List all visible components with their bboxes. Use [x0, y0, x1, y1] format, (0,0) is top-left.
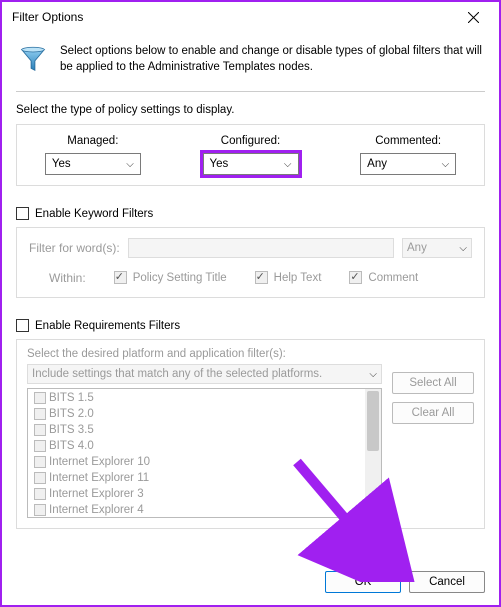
list-item: BITS 3.5	[30, 422, 379, 438]
scrollbar	[365, 389, 381, 517]
within-title-checkbox	[114, 271, 127, 284]
select-all-button: Select All	[392, 372, 474, 394]
list-item: BITS 1.5	[30, 390, 379, 406]
funnel-icon	[18, 44, 48, 74]
chevron-down-icon: ⌵	[126, 159, 134, 170]
window-title: Filter Options	[12, 10, 83, 24]
requirements-desc: Select the desired platform and applicat…	[27, 348, 382, 360]
item-checkbox	[34, 504, 46, 516]
enable-requirements-label: Enable Requirements Filters	[35, 320, 180, 332]
configured-label: Configured:	[221, 135, 280, 147]
item-checkbox	[34, 488, 46, 500]
list-item: Internet Explorer 4	[30, 502, 379, 518]
item-checkbox	[34, 440, 46, 452]
item-checkbox	[34, 392, 46, 404]
chevron-down-icon: ⌵	[459, 243, 467, 254]
cancel-button[interactable]: Cancel	[409, 571, 485, 593]
requirements-group: Select the desired platform and applicat…	[16, 339, 485, 529]
enable-requirements-checkbox[interactable]	[16, 319, 29, 332]
managed-label: Managed:	[67, 135, 118, 147]
configured-value: Yes	[210, 158, 229, 170]
close-icon	[468, 12, 479, 23]
ok-button[interactable]: OK	[325, 571, 401, 593]
within-label: Within:	[49, 271, 86, 285]
clear-all-button: Clear All	[392, 402, 474, 424]
managed-select[interactable]: Yes ⌵	[45, 153, 141, 175]
filter-words-label: Filter for word(s):	[29, 241, 120, 255]
within-comment-checkbox	[349, 271, 362, 284]
item-label: Internet Explorer 3	[49, 488, 144, 500]
requirements-match-text: Include settings that match any of the s…	[32, 368, 322, 380]
item-checkbox	[34, 456, 46, 468]
item-checkbox	[34, 408, 46, 420]
requirements-list: BITS 1.5 BITS 2.0 BITS 3.5 BITS 4.0 Inte…	[27, 388, 382, 518]
keyword-match-select: Any ⌵	[402, 238, 472, 258]
policy-section-label: Select the type of policy settings to di…	[16, 104, 485, 116]
within-comment-label: Comment	[368, 272, 418, 284]
configured-select[interactable]: Yes ⌵	[203, 153, 299, 175]
list-item: Internet Explorer 3	[30, 486, 379, 502]
keyword-group: Filter for word(s): Any ⌵ Within: Policy…	[16, 227, 485, 298]
divider	[16, 91, 485, 92]
intro-text: Select options below to enable and chang…	[60, 44, 483, 75]
chevron-down-icon: ⌵	[284, 159, 292, 170]
commented-label: Commented:	[375, 135, 441, 147]
close-button[interactable]	[453, 3, 493, 31]
item-label: Internet Explorer 11	[49, 472, 149, 484]
requirements-match-select: Include settings that match any of the s…	[27, 364, 382, 384]
item-label: Internet Explorer 4	[49, 504, 144, 516]
keyword-match-value: Any	[407, 242, 427, 254]
within-title-label: Policy Setting Title	[133, 272, 227, 284]
item-label: BITS 1.5	[49, 392, 94, 404]
list-item: BITS 2.0	[30, 406, 379, 422]
list-item: BITS 4.0	[30, 438, 379, 454]
item-label: Internet Explorer 10	[49, 456, 150, 468]
filter-words-input	[128, 238, 394, 258]
chevron-down-icon: ⌵	[369, 369, 377, 380]
enable-keyword-checkbox[interactable]	[16, 207, 29, 220]
commented-value: Any	[367, 158, 387, 170]
list-item: Internet Explorer 11	[30, 470, 379, 486]
within-help-label: Help Text	[274, 272, 322, 284]
titlebar: Filter Options	[2, 2, 499, 32]
item-checkbox	[34, 424, 46, 436]
commented-select[interactable]: Any ⌵	[360, 153, 456, 175]
within-help-checkbox	[255, 271, 268, 284]
list-item: Internet Explorer 10	[30, 454, 379, 470]
item-label: BITS 4.0	[49, 440, 94, 452]
enable-keyword-label: Enable Keyword Filters	[35, 208, 153, 220]
managed-value: Yes	[52, 158, 71, 170]
item-label: BITS 3.5	[49, 424, 94, 436]
chevron-down-icon: ⌵	[442, 159, 450, 170]
policy-type-group: Managed: Yes ⌵ Configured: Yes ⌵ Comment…	[16, 124, 485, 186]
item-checkbox	[34, 472, 46, 484]
item-label: BITS 2.0	[49, 408, 94, 420]
